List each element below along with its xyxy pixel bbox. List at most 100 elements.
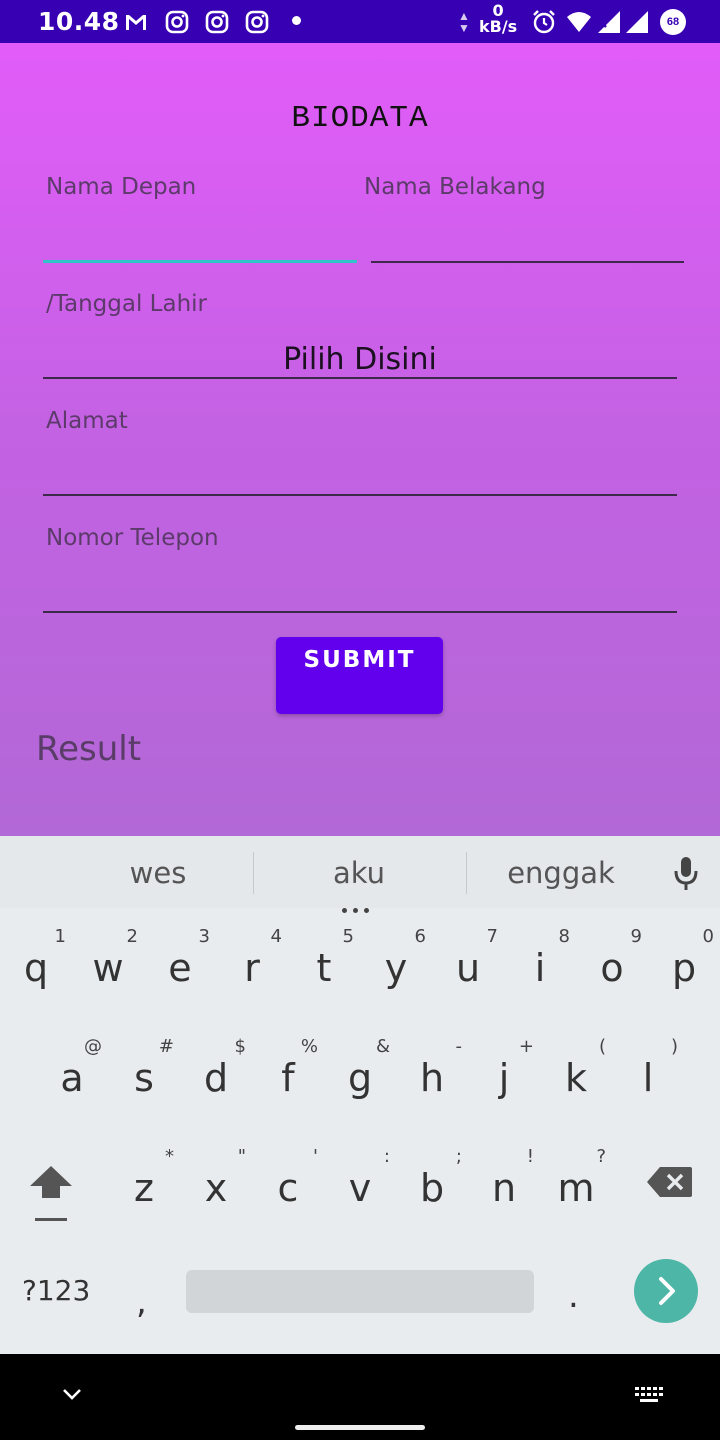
key-l[interactable]: ) l [612, 1026, 684, 1130]
key-hint: 5 [342, 926, 354, 947]
shift-icon[interactable] [28, 1162, 74, 1224]
key-hint: ? [596, 1146, 606, 1167]
instagram-icon [245, 10, 269, 34]
birthdate-picker[interactable]: Pilih Disini [0, 342, 720, 377]
key-g[interactable]: & g [324, 1026, 396, 1130]
key-f[interactable]: % f [252, 1026, 324, 1130]
gmail-icon [126, 15, 146, 30]
key-u[interactable]: 7u [432, 916, 504, 1020]
key-label: y [384, 946, 408, 990]
chevron-right-icon [659, 1277, 675, 1305]
microphone-icon[interactable] [672, 856, 700, 892]
key-z[interactable]: * z [108, 1136, 180, 1240]
network-speed: 0 kB/s [479, 3, 517, 35]
key-label: b [419, 1166, 445, 1210]
soft-keyboard: wes aku enggak 1q2w3e4r5t6y7u8i9o0p @ a # s… [0, 836, 720, 1354]
data-arrows-icon: ▲ ▼ [458, 9, 470, 35]
alarm-icon [533, 10, 555, 34]
key-p[interactable]: 0p [648, 916, 720, 1020]
key-hint: - [455, 1036, 463, 1057]
key-j[interactable]: + j [468, 1026, 540, 1130]
wifi-icon [567, 12, 591, 32]
first-name-field[interactable] [43, 260, 357, 263]
instagram-icon [165, 10, 189, 34]
backspace-icon[interactable] [646, 1166, 692, 1198]
key-h[interactable]: -h [396, 1026, 468, 1130]
birthdate-field-line [43, 377, 677, 379]
key-x[interactable]: " x [180, 1136, 252, 1240]
comma-key[interactable]: , [136, 1282, 147, 1322]
first-name-label: Nama Depan [46, 174, 197, 200]
key-v[interactable]: :v [324, 1136, 396, 1240]
submit-button[interactable]: SUBMIT [276, 637, 443, 714]
key-hint: # [158, 1036, 174, 1057]
birthdate-label: /Tanggal Lahir [46, 291, 207, 317]
phone-field[interactable] [43, 611, 677, 613]
key-hint: + [518, 1036, 534, 1057]
key-r[interactable]: 4r [216, 916, 288, 1020]
key-hint: 0 [702, 926, 714, 947]
key-hint: 6 [414, 926, 426, 947]
period-key[interactable]: . [568, 1276, 579, 1316]
key-y[interactable]: 6y [360, 916, 432, 1020]
key-hint: ! [526, 1146, 534, 1167]
key-label: q [23, 946, 49, 990]
space-key[interactable] [186, 1270, 534, 1313]
status-bar: 10.48 ▲ ▼ 0 kB/s 68 [0, 0, 720, 43]
more-suggestions-icon[interactable] [342, 900, 376, 913]
key-label: c [277, 1166, 299, 1210]
home-gesture-bar[interactable] [295, 1425, 425, 1430]
key-hint: 8 [558, 926, 570, 947]
key-hint: 7 [486, 926, 498, 947]
key-m[interactable]: ? m [540, 1136, 612, 1240]
address-label: Alamat [46, 408, 128, 434]
key-label: e [168, 946, 192, 990]
key-i[interactable]: 8i [504, 916, 576, 1020]
key-label: t [316, 946, 332, 990]
key-label: j [498, 1056, 510, 1100]
key-w[interactable]: 2w [72, 916, 144, 1020]
key-label: s [134, 1056, 154, 1100]
key-q[interactable]: 1q [0, 916, 72, 1020]
key-label: v [348, 1166, 372, 1210]
key-label: x [204, 1166, 228, 1210]
key-label: l [642, 1056, 654, 1100]
key-hint: ' [313, 1146, 318, 1167]
key-label: d [203, 1056, 229, 1100]
key-e[interactable]: 3e [144, 916, 216, 1020]
network-speed-unit: kB/s [479, 17, 518, 36]
key-b[interactable]: ; b [396, 1136, 468, 1240]
address-field[interactable] [43, 494, 677, 496]
key-k[interactable]: (k [540, 1026, 612, 1130]
last-name-field[interactable] [371, 261, 684, 263]
key-label: u [455, 946, 481, 990]
signal-icon [626, 11, 648, 33]
key-n[interactable]: ! n [468, 1136, 540, 1240]
key-a[interactable]: @ a [36, 1026, 108, 1130]
keyboard-switch-icon[interactable] [634, 1386, 664, 1404]
symbols-key[interactable]: ?123 [22, 1274, 90, 1307]
page-title: BIODATA [291, 101, 429, 136]
key-hint: $ [234, 1036, 246, 1057]
key-hint: % [300, 1036, 318, 1057]
chevron-down-icon[interactable] [60, 1386, 84, 1402]
enter-button[interactable] [634, 1259, 698, 1323]
key-t[interactable]: 5t [288, 916, 360, 1020]
key-label: p [671, 946, 697, 990]
key-s[interactable]: # s [108, 1026, 180, 1130]
key-label: r [244, 946, 260, 990]
phone-label: Nomor Telepon [46, 525, 219, 551]
key-d[interactable]: $ d [180, 1026, 252, 1130]
suggestion-1[interactable]: wes [58, 856, 258, 890]
key-hint: " [237, 1146, 246, 1167]
suggestion-2[interactable]: aku [259, 856, 459, 890]
key-o[interactable]: 9o [576, 916, 648, 1020]
suggestion-3[interactable]: enggak [461, 856, 661, 890]
key-hint: : [383, 1146, 390, 1167]
key-label: g [347, 1056, 373, 1100]
key-label: a [60, 1056, 84, 1100]
key-hint: * [165, 1146, 174, 1167]
key-c[interactable]: ' c [252, 1136, 324, 1240]
battery-icon: 68 [660, 9, 686, 35]
key-hint: 9 [630, 926, 642, 947]
